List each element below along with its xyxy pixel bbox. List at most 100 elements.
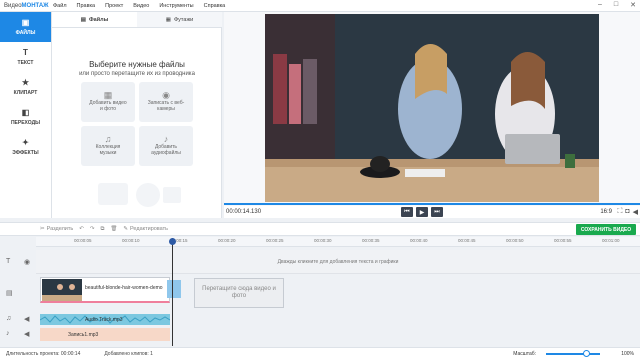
playhead-line[interactable] [172, 238, 173, 346]
playhead-handle[interactable] [169, 238, 176, 245]
fullscreen-icon[interactable]: ⛶ [617, 208, 622, 216]
zoom-slider-handle[interactable] [583, 350, 590, 357]
split-button[interactable]: ✂ Разделить [40, 226, 73, 232]
video-clip[interactable]: beautiful-blonde-hair-women-demo [40, 277, 181, 303]
clips-count: Добавлено клипов: 1 [104, 351, 153, 357]
delete-button[interactable]: 🗑 [110, 226, 117, 232]
audio-add-icon: ♪ [163, 134, 169, 144]
panel-subtitle: или просто перетащите их из проводника [79, 71, 195, 77]
audio-track-label: Audio Track.mp3 [85, 317, 123, 323]
next-button[interactable]: ⏭ [431, 207, 443, 217]
tab-files[interactable]: ▤ Файлы [52, 12, 137, 27]
files-panel: Выберите нужные файлы или просто перетащ… [52, 28, 222, 218]
ruler-tick: 00:00:05 [74, 238, 92, 243]
video-track-icon: ▤ [6, 290, 13, 297]
project-duration: Длительность проекта: 00:00:14 [6, 351, 81, 357]
transition-marker[interactable] [167, 280, 181, 298]
menu-help[interactable]: Справка [199, 3, 231, 9]
watermark-graphic [98, 183, 181, 207]
current-time: 00:00:14.130 [226, 209, 262, 215]
clip-name: beautiful-blonde-hair-women-demo [85, 285, 163, 291]
add-audio-button[interactable]: ♪ Добавить аудиофайлы [139, 126, 193, 166]
ruler-tick: 00:00:50 [506, 238, 524, 243]
status-bar: Длительность проекта: 00:00:14 Добавлено… [0, 347, 640, 360]
star-icon: ★ [21, 77, 30, 87]
add-video-photo-button[interactable]: ▦ Добавить видео и фото [81, 82, 135, 122]
volume-icon[interactable]: ◀ [633, 208, 638, 216]
music-icon: ♫ [104, 134, 112, 144]
nav-effects[interactable]: ✦ ЭФФЕКТЫ [0, 132, 51, 162]
edit-icon: ✎ [123, 226, 128, 232]
preview-area [224, 12, 640, 206]
zoom-value: 100% [621, 351, 634, 357]
menu-video[interactable]: Видео [128, 3, 154, 9]
drop-zone[interactable]: Перетащите сюда видео и фото [194, 278, 284, 308]
copy-icon: ⧉ [100, 225, 105, 232]
ruler-tick: 00:00:30 [314, 238, 332, 243]
text-track[interactable]: Дважды кликните для добавления текста и … [36, 250, 640, 274]
menu-edit[interactable]: Правка [72, 3, 101, 9]
timeline-ruler[interactable]: 00:00:05 00:00:10 00:00:15 00:00:20 00:0… [36, 237, 640, 247]
nav-files[interactable]: ▣ ФАЙЛЫ [0, 12, 51, 42]
player-controls: 00:00:14.130 ⏮ ▶ ⏭ 16:9 ⛶ ◘ ◀ [224, 206, 640, 218]
nav-text[interactable]: T ТЕКСТ [0, 42, 51, 72]
webcam-icon: ◉ [162, 90, 170, 100]
edit-button[interactable]: ✎ Редактировать [123, 226, 168, 232]
undo-icon: ↶ [79, 226, 84, 232]
prev-button[interactable]: ⏮ [401, 207, 413, 217]
ruler-tick: 00:00:10 [122, 238, 140, 243]
play-button[interactable]: ▶ [416, 207, 428, 217]
ruler-tick: 00:00:25 [266, 238, 284, 243]
play-icon: ▶ [419, 209, 425, 216]
zoom-label: Масштаб: [513, 351, 536, 357]
music-track-icon: ♫ [6, 315, 12, 322]
minimize-icon[interactable]: – [598, 1, 602, 9]
save-video-button[interactable]: СОХРАНИТЬ ВИДЕО [576, 224, 636, 235]
recording-label: Запись1.mp3 [68, 332, 99, 338]
scissors-icon: ✂ [40, 226, 45, 232]
left-nav: ▣ ФАЙЛЫ T ТЕКСТ ★ КЛИПАРТ ◧ ПЕРЕХОДЫ ✦ ЭФФЕКТ… [0, 12, 52, 218]
nav-clipart[interactable]: ★ КЛИПАРТ [0, 72, 51, 102]
music-collection-button[interactable]: ♫ Коллекция музыки [81, 126, 135, 166]
ruler-tick: 00:00:55 [554, 238, 572, 243]
snapshot-icon[interactable]: ◘ [625, 208, 629, 216]
skip-back-icon: ⏮ [404, 208, 410, 215]
files-icon: ▣ [21, 17, 30, 27]
ruler-tick: 00:01:00 [602, 238, 620, 243]
title-bar: ВидеоМОНТАЖ Файл Правка Проект Видео Инс… [0, 0, 640, 12]
ruler-tick: 00:00:40 [410, 238, 428, 243]
tab-footage[interactable]: ▦ Футажи [137, 12, 222, 27]
film-add-icon: ▦ [103, 90, 113, 100]
film-icon: ▦ [165, 16, 171, 23]
video-preview[interactable] [265, 14, 599, 202]
effects-icon: ✦ [22, 137, 29, 147]
media-tabs: ▤ Файлы ▦ Футажи [52, 12, 222, 28]
ruler-tick: 00:00:35 [362, 238, 380, 243]
volume-track-icon-2[interactable]: ◀ [24, 330, 29, 338]
audio-clip-recording[interactable]: Запись1.mp3 [40, 328, 170, 341]
menu-project[interactable]: Проект [100, 3, 128, 9]
aspect-ratio[interactable]: 16:9 [600, 209, 612, 215]
text-icon: T [23, 47, 28, 57]
nav-transitions[interactable]: ◧ ПЕРЕХОДЫ [0, 102, 51, 132]
mic-track-icon: ♪ [6, 330, 10, 337]
volume-track-icon[interactable]: ◀ [24, 315, 29, 323]
record-webcam-button[interactable]: ◉ Записать с веб-камеры [139, 82, 193, 122]
maximize-icon[interactable]: □ [614, 1, 618, 9]
zoom-slider[interactable] [546, 353, 600, 355]
redo-button[interactable]: ↷ [90, 226, 95, 232]
transitions-icon: ◧ [21, 107, 30, 117]
audio-clip-music[interactable]: Audio Track.mp3 [40, 314, 170, 325]
panel-title: Выберите нужные файлы [89, 60, 185, 69]
timeline-toolbar: ✂ Разделить ↶ ↷ ⧉ 🗑 ✎ Редактировать СОХРАН… [0, 222, 640, 236]
menu-file[interactable]: Файл [48, 3, 72, 9]
trash-icon: 🗑 [110, 226, 118, 232]
preview-progress[interactable] [224, 203, 640, 205]
redo-icon: ↷ [89, 226, 95, 232]
eye-icon[interactable]: ◉ [24, 258, 30, 266]
menu-tools[interactable]: Инструменты [154, 3, 198, 9]
close-icon[interactable]: ✕ [630, 1, 636, 9]
skip-forward-icon: ⏭ [434, 208, 440, 215]
undo-button[interactable]: ↶ [79, 226, 84, 232]
copy-button[interactable]: ⧉ [100, 226, 104, 233]
